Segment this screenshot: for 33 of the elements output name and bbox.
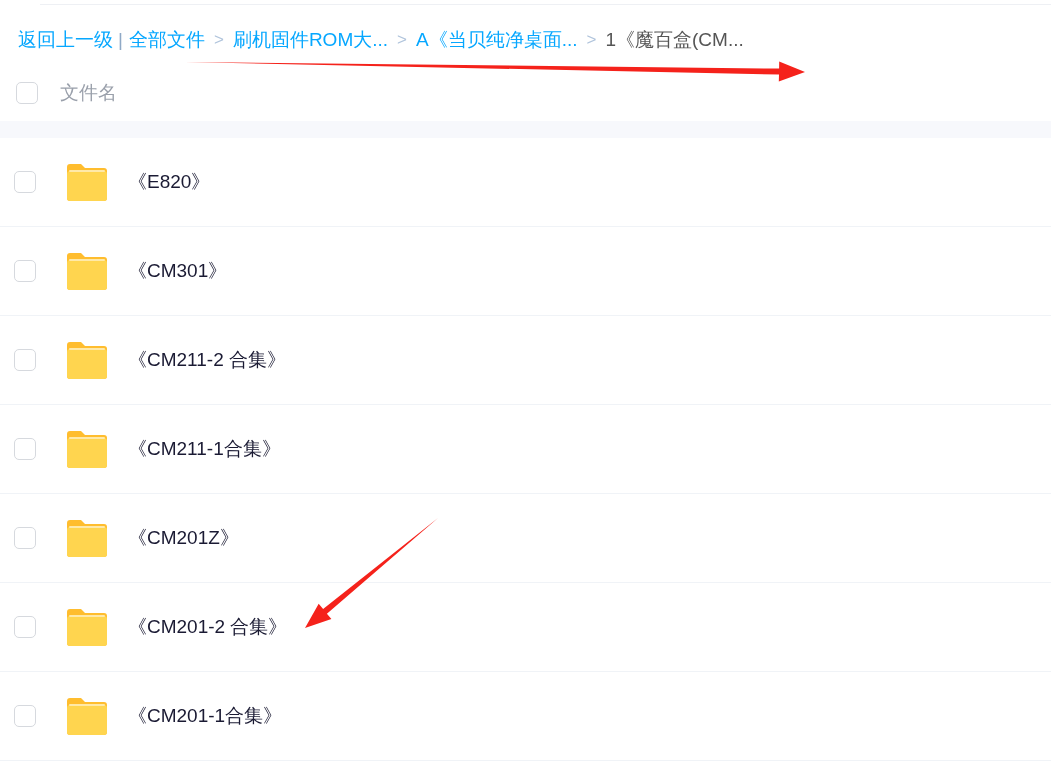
- folder-icon: [67, 519, 107, 557]
- folder-icon: [67, 163, 107, 201]
- folder-name: 《CM211-2 合集》: [128, 348, 286, 372]
- folder-icon: [67, 341, 107, 379]
- row-checkbox[interactable]: [14, 705, 36, 727]
- folder-row[interactable]: 《CM211-1合集》: [0, 405, 1051, 494]
- folder-icon: [67, 430, 107, 468]
- chevron-text: >: [213, 30, 224, 50]
- select-all-checkbox[interactable]: [16, 82, 38, 104]
- row-checkbox[interactable]: [14, 438, 36, 460]
- folder-name: 《E820》: [128, 170, 211, 194]
- folder-icon: [67, 608, 107, 646]
- folder-row[interactable]: 《CM211-2 合集》: [0, 316, 1051, 405]
- folder-row[interactable]: 《CM201-1合集》: [0, 672, 1051, 761]
- folder-name: 《CM201-1合集》: [128, 704, 283, 728]
- row-checkbox[interactable]: [14, 616, 36, 638]
- chevron-text: >: [586, 30, 597, 50]
- row-checkbox[interactable]: [14, 171, 36, 193]
- current-folder-text: 1《魔百盒(CM...: [605, 28, 744, 52]
- folder-name: 《CM211-1合集》: [128, 437, 281, 461]
- row-checkbox[interactable]: [14, 260, 36, 282]
- folder-icon: [67, 697, 107, 735]
- folder-name: 《CM301》: [128, 259, 228, 283]
- folder-row[interactable]: 《E820》: [0, 138, 1051, 227]
- folder-name: 《CM201Z》: [128, 526, 239, 550]
- folder-name: 《CM201-2 合集》: [128, 615, 288, 639]
- folder-icon: [67, 252, 107, 290]
- folder-row[interactable]: 《CM301》: [0, 227, 1051, 316]
- row-checkbox[interactable]: [14, 349, 36, 371]
- folder-row[interactable]: 《CM201Z》: [0, 494, 1051, 583]
- row-checkbox[interactable]: [14, 527, 36, 549]
- chevron-text: >: [397, 30, 407, 50]
- separator-text: |: [118, 29, 123, 51]
